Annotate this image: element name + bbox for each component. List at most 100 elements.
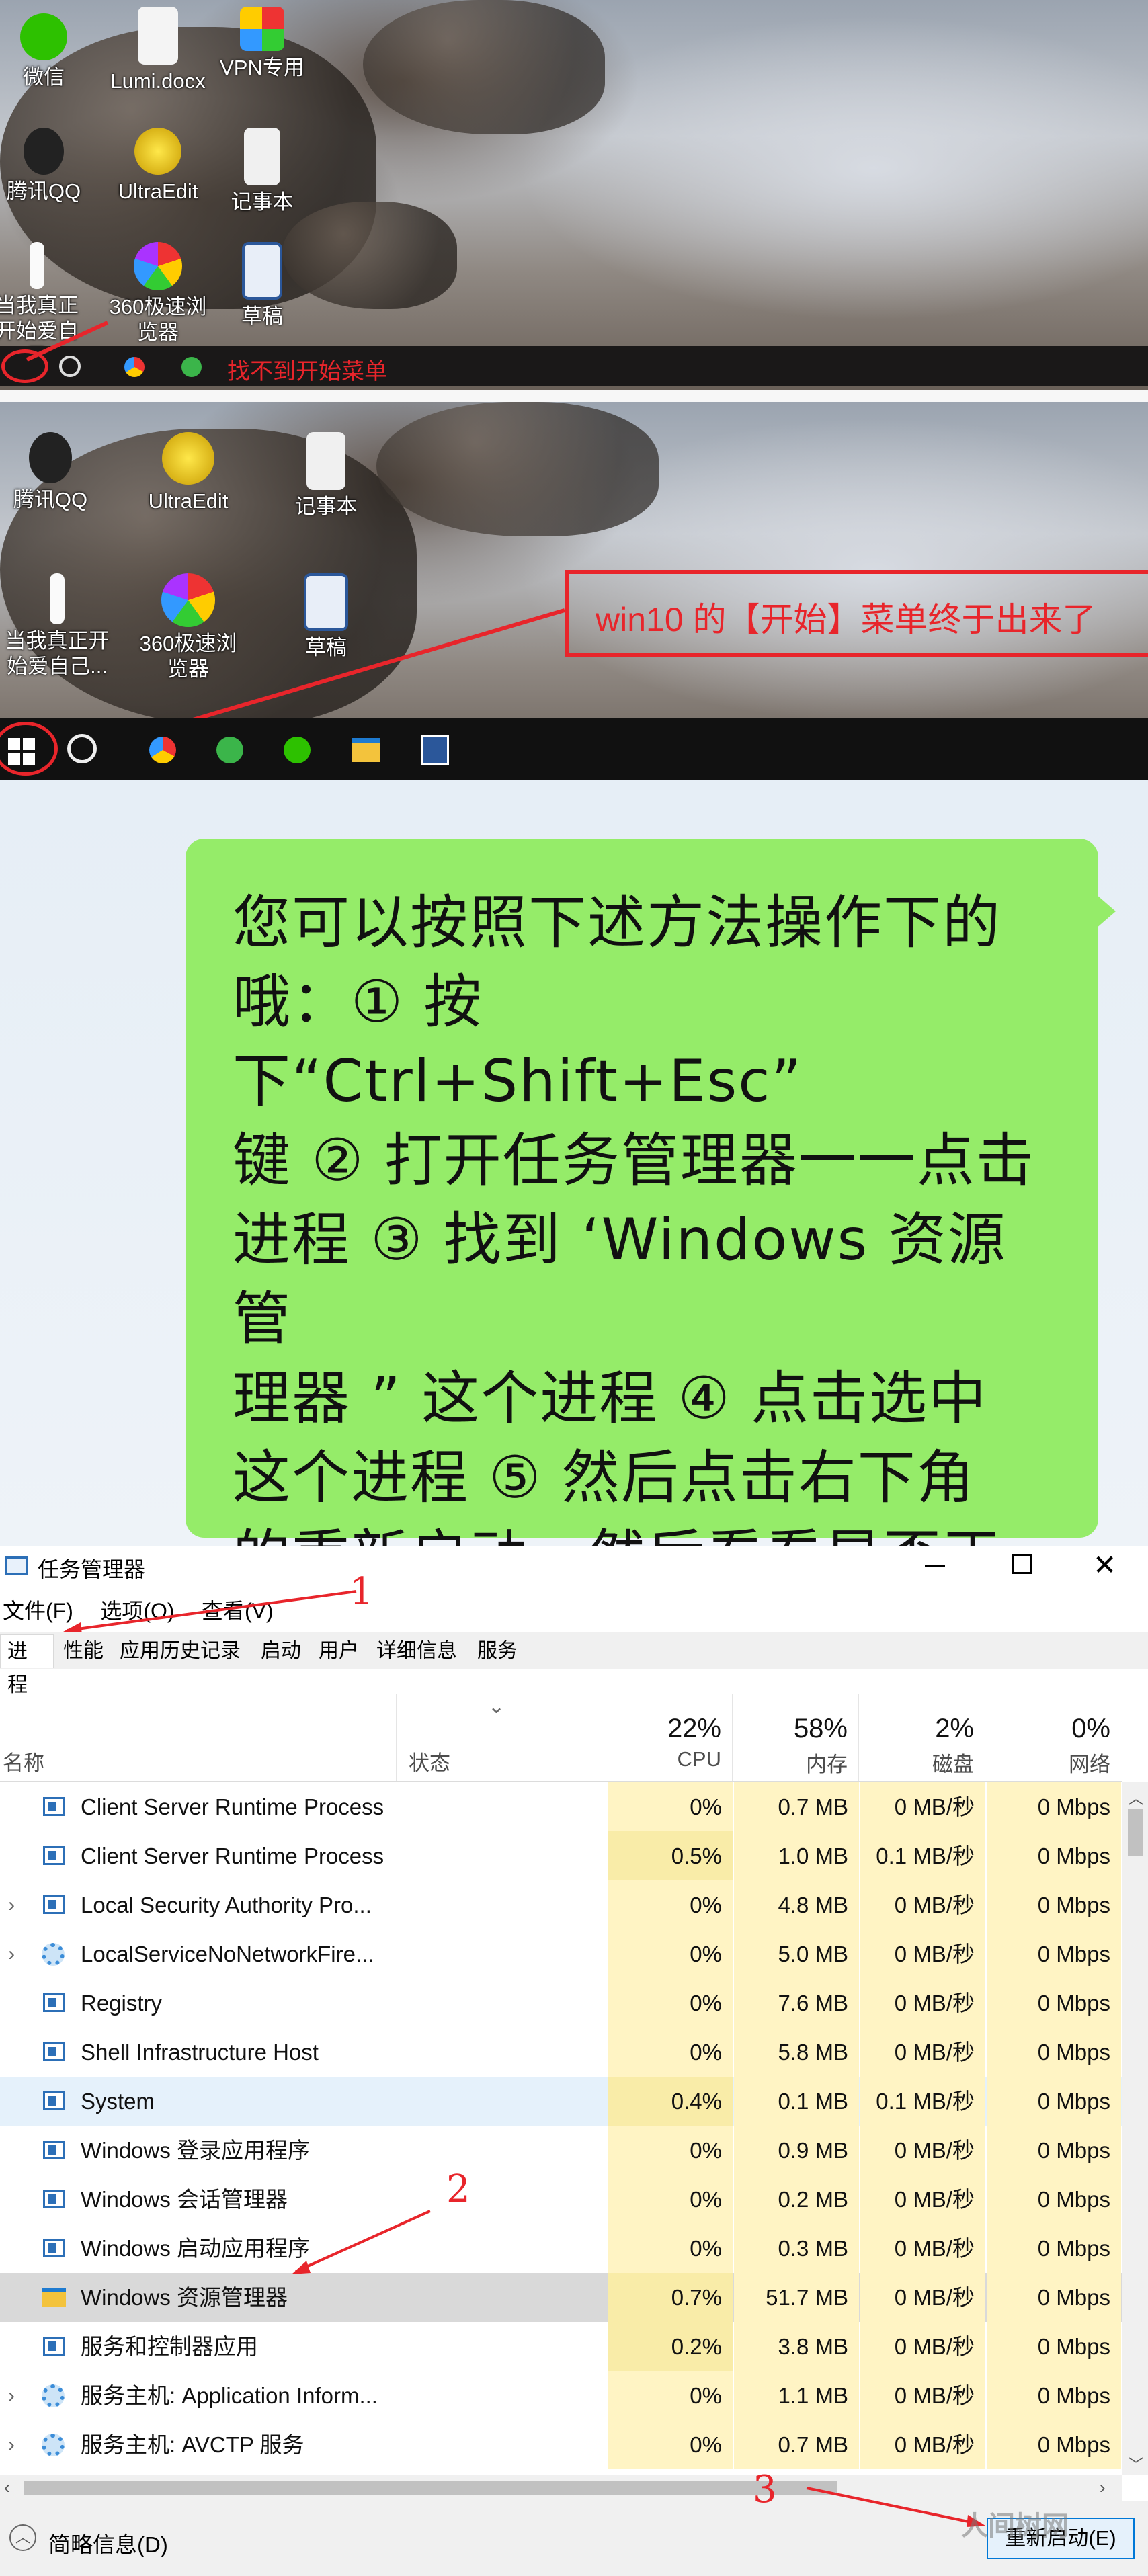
table-row[interactable]: Windows 资源管理器 0.7% 51.7 MB 0 MB/秒 0 Mbps xyxy=(0,2273,1122,2322)
memory-cell: 1.1 MB xyxy=(734,2371,859,2420)
table-row[interactable]: › 服务主机: AVCTP 服务 0% 0.7 MB 0 MB/秒 0 Mbps xyxy=(0,2420,1122,2469)
table-row[interactable]: Client Server Runtime Process 0% 0.7 MB 0 M… xyxy=(0,1782,1122,1831)
screen1-annotation: 找不到开始菜单 xyxy=(227,359,387,384)
desktop-icon-document[interactable]: Lumi.docx xyxy=(108,7,208,94)
scroll-left-arrow-icon[interactable]: ‹ xyxy=(4,2477,10,2498)
tab-performance[interactable]: 性能 xyxy=(56,1634,110,1668)
watermark-logo: 人间树网 xyxy=(961,2511,1069,2541)
table-row[interactable]: Windows 启动应用程序 0% 0.3 MB 0 MB/秒 0 Mbps xyxy=(0,2224,1122,2273)
desktop-icon-notepad[interactable]: 记事本 xyxy=(276,432,376,520)
column-disk[interactable]: 2% 磁盘 xyxy=(860,1694,985,1781)
table-row[interactable]: › Local Security Authority Pro... 0% 4.8 MB… xyxy=(0,1880,1122,1929)
table-row[interactable]: Windows 会话管理器 0% 0.2 MB 0 MB/秒 0 Mbps xyxy=(0,2175,1122,2224)
memory-cell: 0.2 MB xyxy=(734,2175,859,2224)
cpu-cell: 0% xyxy=(608,1929,733,1979)
network-cell: 0 Mbps xyxy=(987,2077,1121,2126)
disk-cell: 0 MB/秒 xyxy=(860,2420,985,2469)
cpu-cell: 0% xyxy=(608,2126,733,2175)
cpu-cell: 0% xyxy=(608,2420,733,2469)
scroll-down-arrow-icon[interactable]: ﹀ xyxy=(1128,2452,1144,2475)
desktop-icon-ultraedit[interactable]: UltraEdit xyxy=(138,432,239,514)
memory-cell: 5.0 MB xyxy=(734,1929,859,1979)
process-window-icon xyxy=(43,2337,65,2356)
desktop-icon-vpn[interactable]: VPN专用 xyxy=(212,7,313,81)
process-name: Windows 会话管理器 xyxy=(81,2187,288,2212)
vertical-scrollbar[interactable]: ︿ ﹀ xyxy=(1122,1782,1148,2475)
process-name: LocalServiceNoNetworkFire... xyxy=(81,1942,374,1966)
process-name: Local Security Authority Pro... xyxy=(81,1893,372,1917)
browser-taskbar-icon[interactable] xyxy=(149,737,176,763)
cpu-cell: 0.4% xyxy=(608,2077,733,2126)
expand-chevron-icon[interactable]: › xyxy=(8,2371,15,2420)
expand-chevron-icon[interactable]: › xyxy=(8,1880,15,1929)
network-cell: 0 Mbps xyxy=(987,2126,1121,2175)
close-button[interactable]: ✕ xyxy=(1093,1548,1116,1582)
wechat-taskbar-icon[interactable] xyxy=(284,737,311,763)
word-taskbar-icon[interactable] xyxy=(421,735,449,765)
window-title: 任务管理器 xyxy=(38,1557,146,1581)
memory-cell: 4.8 MB xyxy=(734,1880,859,1929)
table-row[interactable]: › LocalServiceNoNetworkFire... 0% 5.0 MB 0 M… xyxy=(0,1929,1122,1979)
scroll-up-arrow-icon[interactable]: ︿ xyxy=(1128,1785,1144,1809)
process-window-icon xyxy=(43,1895,65,1914)
column-status[interactable]: 状态 xyxy=(398,1694,606,1781)
separator xyxy=(0,390,1148,402)
tab-app-history[interactable]: 应用历史记录 xyxy=(113,1634,247,1668)
scroll-right-arrow-icon[interactable]: › xyxy=(1100,2477,1106,2498)
desktop-icon-draft[interactable]: 草稿 xyxy=(212,242,313,329)
cpu-cell: 0% xyxy=(608,1979,733,2028)
cpu-cell: 0% xyxy=(608,2028,733,2077)
network-cell: 0 Mbps xyxy=(987,2224,1121,2273)
search-icon[interactable] xyxy=(67,734,97,763)
fewer-details-link[interactable]: 简略信息(D) xyxy=(48,2527,168,2559)
desktop-icon-wechat[interactable]: 微信 xyxy=(0,13,94,90)
table-row[interactable]: System 0.4% 0.1 MB 0.1 MB/秒 0 Mbps xyxy=(0,2077,1122,2126)
network-cell: 0 Mbps xyxy=(987,2175,1121,2224)
process-window-icon xyxy=(43,1846,65,1865)
network-cell: 0 Mbps xyxy=(987,1880,1121,1929)
table-row[interactable]: Windows 登录应用程序 0% 0.9 MB 0 MB/秒 0 Mbps xyxy=(0,2126,1122,2175)
callout-arrow-2 xyxy=(292,2210,431,2274)
disk-cell: 0 MB/秒 xyxy=(860,1929,985,1979)
disk-cell: 0.1 MB/秒 xyxy=(860,1831,985,1880)
horizontal-scroll-thumb[interactable] xyxy=(24,2481,837,2495)
task-manager-app-icon xyxy=(5,1556,28,1575)
tab-processes[interactable]: 进程 xyxy=(0,1634,54,1696)
column-cpu[interactable]: 22% CPU xyxy=(608,1694,733,1781)
desktop-icon-ultraedit[interactable]: UltraEdit xyxy=(108,128,208,204)
tab-details[interactable]: 详细信息 xyxy=(370,1634,464,1668)
tab-startup[interactable]: 启动 xyxy=(254,1634,308,1668)
tab-users[interactable]: 用户 xyxy=(312,1634,366,1668)
column-memory[interactable]: 58% 内存 xyxy=(734,1694,859,1781)
table-row[interactable]: Registry 0% 7.6 MB 0 MB/秒 0 Mbps xyxy=(0,1979,1122,2028)
ie-taskbar-icon[interactable] xyxy=(181,357,202,377)
disk-cell: 0 MB/秒 xyxy=(860,2322,985,2371)
memory-cell: 0.7 MB xyxy=(734,2420,859,2469)
service-gear-icon xyxy=(42,1943,65,1966)
ie-taskbar-icon[interactable] xyxy=(216,737,243,763)
memory-cell: 0.7 MB xyxy=(734,1782,859,1831)
desktop-icon-notepad[interactable]: 记事本 xyxy=(212,128,313,215)
explorer-folder-icon xyxy=(42,2288,66,2307)
maximize-button[interactable] xyxy=(1012,1554,1032,1574)
file-explorer-taskbar-icon[interactable] xyxy=(352,738,380,762)
windows-start-icon[interactable] xyxy=(8,738,35,765)
expand-chevron-icon[interactable]: › xyxy=(8,2420,15,2469)
process-window-icon xyxy=(43,1993,65,2012)
table-row[interactable]: 服务和控制器应用 0.2% 3.8 MB 0 MB/秒 0 Mbps xyxy=(0,2322,1122,2371)
column-network[interactable]: 0% 网络 xyxy=(987,1694,1121,1781)
chat-message-bubble: 您可以按照下述方法操作下的 哦：① 按下“Ctrl+Shift+Esc” 键 ②… xyxy=(186,839,1098,1670)
table-row[interactable]: Shell Infrastructure Host 0% 5.8 MB 0 MB/秒 0… xyxy=(0,2028,1122,2077)
process-window-icon xyxy=(43,2190,65,2208)
expand-chevron-icon[interactable]: › xyxy=(8,1929,15,1979)
collapse-circle-icon[interactable]: ︿ xyxy=(9,2524,36,2551)
desktop-icon-qq[interactable]: 腾讯QQ xyxy=(0,128,94,204)
column-name[interactable]: 名称 xyxy=(0,1694,397,1781)
footer-bar: ︿ 简略信息(D) 3 重新启动(E) 人间树网 xyxy=(0,2468,1148,2576)
scroll-thumb[interactable] xyxy=(1128,1809,1143,1856)
tab-services[interactable]: 服务 xyxy=(470,1634,524,1668)
table-row[interactable]: › 服务主机: Application Inform... 0% 1.1 MB 0 MB… xyxy=(0,2371,1122,2420)
minimize-button[interactable] xyxy=(925,1565,945,1567)
table-row[interactable]: Client Server Runtime Process 0.5% 1.0 MB 0… xyxy=(0,1831,1122,1880)
desktop-icon-qq[interactable]: 腾讯QQ xyxy=(0,432,101,513)
